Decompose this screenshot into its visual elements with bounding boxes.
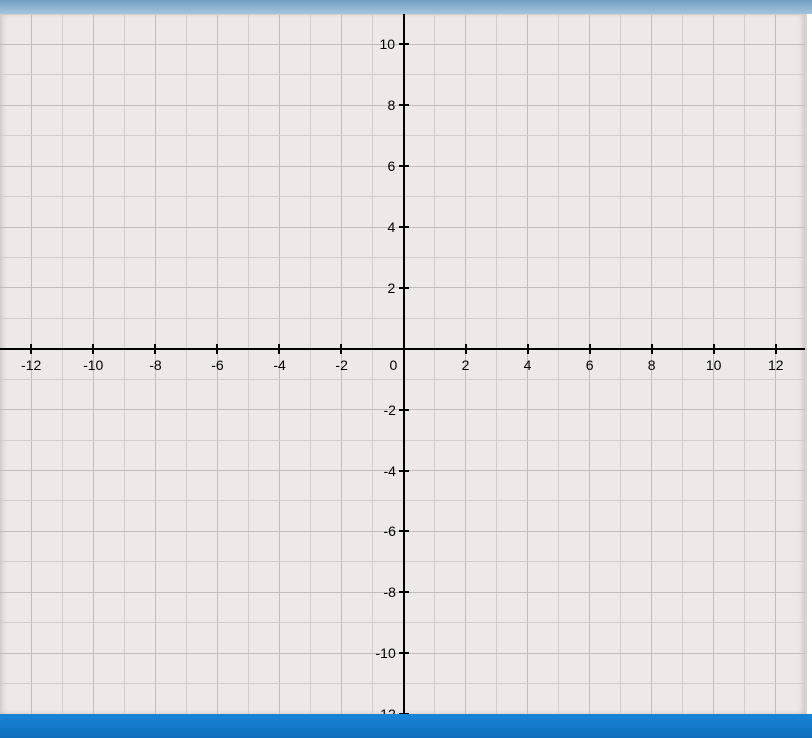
x-tick-label: -2 <box>335 357 347 373</box>
x-tick <box>403 344 405 354</box>
gridline-vertical <box>62 14 63 714</box>
y-tick <box>399 652 409 654</box>
y-tick <box>399 470 409 472</box>
x-tick <box>30 344 32 354</box>
x-tick <box>340 344 342 354</box>
x-tick-label: 6 <box>586 357 594 373</box>
y-tick <box>399 591 409 593</box>
x-tick <box>92 344 94 354</box>
x-tick <box>713 344 715 354</box>
gridline-vertical <box>124 14 125 714</box>
gridline-vertical <box>0 14 1 714</box>
x-tick-label: -6 <box>211 357 223 373</box>
y-tick-label: 6 <box>388 158 396 174</box>
y-tick <box>399 165 409 167</box>
x-tick-label: -12 <box>21 357 41 373</box>
y-tick-label: -10 <box>376 645 396 661</box>
y-tick <box>399 104 409 106</box>
gridline-vertical <box>620 14 621 714</box>
gridline-vertical <box>496 14 497 714</box>
y-tick-label: 4 <box>388 219 396 235</box>
gridline-vertical <box>558 14 559 714</box>
x-tick <box>216 344 218 354</box>
gridline-vertical <box>744 14 745 714</box>
x-tick <box>465 344 467 354</box>
y-tick-label: -4 <box>384 463 396 479</box>
y-tick-label: 8 <box>388 97 396 113</box>
x-tick-label: 12 <box>768 357 784 373</box>
y-tick <box>399 409 409 411</box>
x-tick <box>278 344 280 354</box>
y-tick <box>399 43 409 45</box>
y-tick-label: -6 <box>384 523 396 539</box>
x-tick <box>651 344 653 354</box>
x-tick-label: -10 <box>83 357 103 373</box>
x-tick-label: -4 <box>273 357 285 373</box>
y-tick <box>399 287 409 289</box>
y-tick-label: 2 <box>388 280 396 296</box>
gridline-vertical <box>248 14 249 714</box>
x-tick-label: -8 <box>149 357 161 373</box>
y-tick-label: -12 <box>376 706 396 714</box>
x-tick-label: 2 <box>462 357 470 373</box>
x-tick <box>527 344 529 354</box>
y-tick-label: -2 <box>384 402 396 418</box>
x-tick-label: 8 <box>648 357 656 373</box>
y-tick <box>399 226 409 228</box>
gridline-vertical <box>807 14 808 714</box>
y-tick-label: 10 <box>380 36 396 52</box>
y-tick <box>399 530 409 532</box>
gridline-vertical <box>682 14 683 714</box>
window-bottom-border <box>0 714 812 738</box>
x-tick-label: 10 <box>706 357 722 373</box>
gridline-vertical <box>186 14 187 714</box>
x-tick <box>154 344 156 354</box>
graph-pane[interactable]: -12 -10 -8 -6 -4 -2 0 2 4 6 8 10 12 10 8 6 4 2 -2 -4 -6 -8 -10… <box>0 14 807 714</box>
gridline-vertical <box>434 14 435 714</box>
y-tick-label: -8 <box>384 584 396 600</box>
x-tick <box>589 344 591 354</box>
gridline-vertical <box>310 14 311 714</box>
x-tick <box>775 344 777 354</box>
y-axis <box>403 14 405 714</box>
window-top-border <box>0 0 812 14</box>
gridline-vertical <box>372 14 373 714</box>
x-tick-label: 0 <box>390 357 398 373</box>
x-tick-label: 4 <box>524 357 532 373</box>
